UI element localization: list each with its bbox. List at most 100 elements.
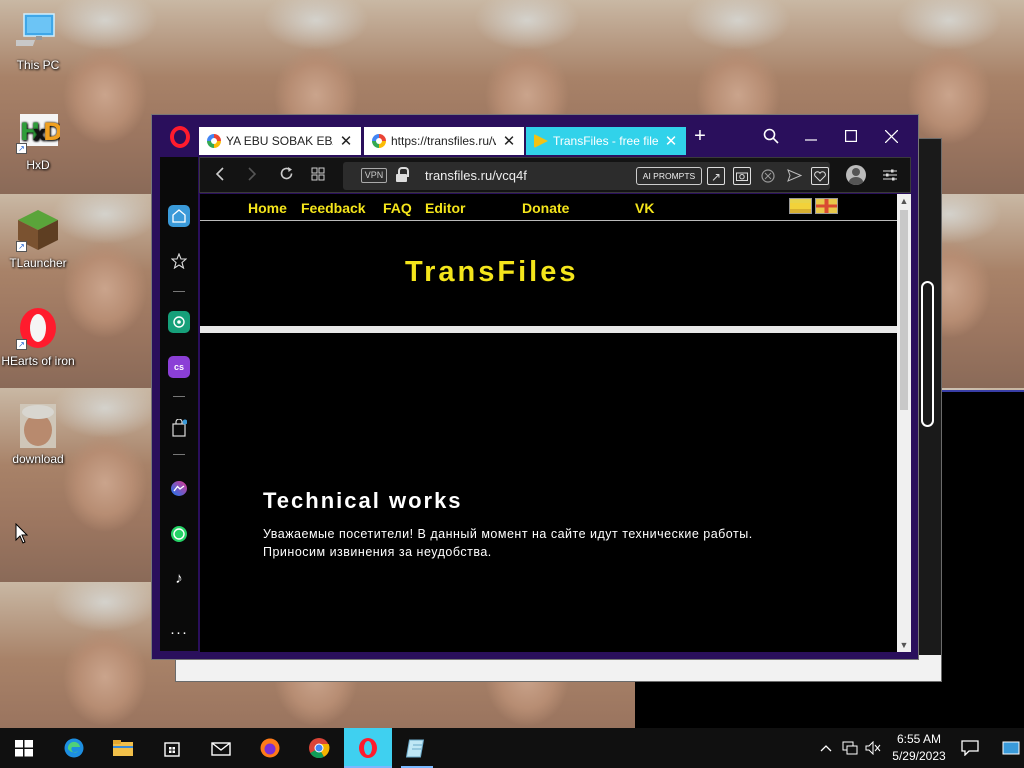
google-favicon-icon [207,134,221,148]
send-arrow-icon[interactable] [785,167,803,185]
back-button[interactable] [208,164,232,188]
tab-1[interactable]: YA EBU SOBAK EBAN ✕ [199,127,361,155]
scroll-down-arrow-icon[interactable]: ▼ [897,638,911,652]
scroll-up-arrow-icon[interactable]: ▲ [897,194,911,208]
sidebar-home-icon[interactable] [168,205,190,227]
browser-window[interactable]: YA EBU SOBAK EBAN ✕ https://transfiles.r… [151,114,919,660]
sidebar-whatsapp-icon[interactable] [168,523,190,545]
sidebar-bookmarks-star-icon[interactable] [168,250,190,272]
forward-button[interactable] [240,164,264,188]
nav-link-donate[interactable]: Donate [522,200,569,216]
sidebar-tiktok-icon[interactable]: ♪ [168,568,190,590]
ai-prompts-button[interactable]: AI PROMPTS [636,167,702,185]
sidebar-chatgpt-icon[interactable] [168,311,190,333]
opera-menu-icon[interactable] [170,126,190,148]
address-toolbar: VPN transfiles.ru/vcq4f AI PROMPTS ↗ [199,157,911,193]
tab-snapshot-grid-icon[interactable] [306,164,330,188]
taskbar-chrome[interactable] [295,728,343,768]
sidebar-more-icon[interactable]: ··· [168,622,190,644]
nav-link-home[interactable]: Home [248,200,287,216]
desktop-icon-hearts-of-iron[interactable]: ↗ HEarts of iron [0,306,76,368]
svg-text:D: D [43,118,60,146]
desktop-icon-label: HxD [26,158,50,172]
close-window-button[interactable] [871,123,911,149]
adblock-icon[interactable] [759,167,777,185]
start-button[interactable] [0,728,48,768]
taskbar-firefox[interactable] [246,728,294,768]
taskbar-file-explorer[interactable] [99,728,147,768]
show-desktop-icon[interactable] [997,728,1024,768]
tab-search-icon[interactable] [751,123,791,149]
notification-center-icon[interactable] [955,728,985,768]
desktop-icon-label: HEarts of iron [1,354,75,368]
notice-heading: Technical works [263,488,463,513]
url-text[interactable]: transfiles.ru/vcq4f [425,168,527,183]
tab-3-active[interactable]: TransFiles - free file ✕ [526,127,686,155]
browser-sidebar: cs ♪ ··· [160,157,198,651]
tab-2[interactable]: https://transfiles.ru/v ✕ [364,127,524,155]
site-navigation: Home Feedback FAQ Editor Donate VK [200,194,897,221]
clock-date[interactable]: 5/29/2023 [887,749,951,763]
store-bag-icon [164,742,180,757]
sidebar-messenger-icon[interactable] [168,478,190,500]
minimize-button[interactable] [791,123,831,149]
sidebar-separator [173,454,185,455]
sidebar-separator [173,291,185,292]
tab-close-icon[interactable]: ✕ [502,132,516,150]
snapshot-camera-icon[interactable] [733,167,751,185]
easy-setup-sliders-icon[interactable] [879,164,901,186]
desktop-icon-download[interactable]: download [0,404,76,466]
shortcut-arrow-icon: ↗ [16,339,27,350]
edge-icon [64,738,84,758]
taskbar-opera-active[interactable] [344,728,392,768]
background-window-scrollbar[interactable] [921,281,934,427]
profile-avatar-icon[interactable] [846,165,866,185]
nav-link-feedback[interactable]: Feedback [301,200,366,216]
language-flag-uk-icon[interactable] [815,198,838,214]
shortcut-arrow-icon: ↗ [16,143,27,154]
lock-icon[interactable] [396,167,409,183]
shortcut-arrow-icon: ↗ [16,241,27,252]
desktop-icon-hxd[interactable]: H x D ↗ HxD [0,110,76,172]
tab-label: https://transfiles.ru/v [391,134,496,148]
tab-close-icon[interactable]: ✕ [664,132,678,150]
web-page-content: Home Feedback FAQ Editor Donate VK Trans… [200,194,911,652]
address-bar[interactable]: VPN transfiles.ru/vcq4f AI PROMPTS ↗ [343,162,830,190]
taskbar-mail[interactable] [197,728,245,768]
sidebar-shopping-bag-icon[interactable] [168,417,190,439]
page-scrollbar[interactable]: ▲ ▼ [897,194,911,652]
taskbar-store[interactable] [148,728,196,768]
tray-volume-muted-icon[interactable] [862,728,884,768]
grass-block-icon: ↗ [16,208,60,252]
bookmark-heart-icon[interactable] [811,167,829,185]
desktop-icon-tlauncher[interactable]: ↗ TLauncher [0,208,76,270]
desktop-icon-this-pc[interactable]: This PC [0,10,76,72]
language-flag-ru-icon[interactable] [789,198,812,214]
desktop-icon-label: This PC [16,58,60,72]
nav-link-faq[interactable]: FAQ [383,200,412,216]
new-tab-button[interactable]: + [682,123,718,149]
desktop-icon-label: TLauncher [9,256,67,270]
mail-icon [211,742,231,756]
notice-text-line-2: Приносим извинения за неудобства. [263,545,492,559]
maximize-button[interactable] [831,123,871,149]
sidebar-chatsonic-icon[interactable]: cs [168,356,190,378]
notepad-icon [406,739,425,758]
share-icon[interactable]: ↗ [707,167,725,185]
clock-time[interactable]: 6:55 AM [887,732,951,746]
scrollbar-thumb[interactable] [900,210,908,410]
reload-button[interactable] [274,164,298,188]
taskbar-edge[interactable] [50,728,98,768]
vpn-badge[interactable]: VPN [361,168,387,183]
notice-text-line-1: Уважаемые посетители! В данный момент на… [263,527,753,541]
transfiles-favicon-icon [534,134,548,148]
chrome-icon [309,738,330,759]
tab-close-icon[interactable]: ✕ [339,132,353,150]
google-favicon-icon [372,134,386,148]
taskbar-notepad[interactable] [393,728,441,768]
nav-link-vk[interactable]: VK [635,200,654,216]
tray-network-icon[interactable] [838,728,862,768]
tray-show-hidden-icon[interactable] [814,728,838,768]
windows-logo-icon [15,740,33,757]
nav-link-editor[interactable]: Editor [425,200,465,216]
